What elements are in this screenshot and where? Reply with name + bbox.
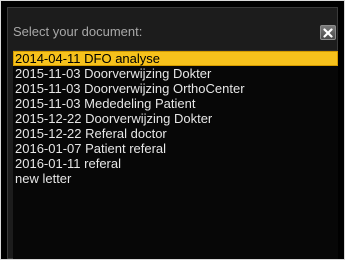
document-item[interactable]: 2015-12-22 Referal doctor <box>13 126 338 141</box>
close-button[interactable] <box>320 25 336 40</box>
document-item[interactable]: 2015-11-03 Doorverwijzing Dokter <box>13 66 338 81</box>
document-list[interactable]: 2014-04-11 DFO analyse 2015-11-03 Doorve… <box>13 50 338 259</box>
close-x-icon <box>323 27 333 38</box>
dialog-title: Select your document: <box>13 24 143 39</box>
document-item[interactable]: 2015-11-03 Doorverwijzing OrthoCenter <box>13 81 338 96</box>
document-item[interactable]: 2015-11-03 Mededeling Patient <box>13 96 338 111</box>
document-item[interactable]: 2016-01-07 Patient referal <box>13 141 338 156</box>
document-item[interactable]: 2016-01-11 referal <box>13 156 338 171</box>
document-item-selected[interactable]: 2014-04-11 DFO analyse <box>13 51 338 66</box>
document-item[interactable]: new letter <box>13 171 338 186</box>
document-item[interactable]: 2015-12-22 Doorverwijzing Dokter <box>13 111 338 126</box>
document-select-dialog: Select your document: 2014-04-11 DFO ana… <box>0 0 345 260</box>
